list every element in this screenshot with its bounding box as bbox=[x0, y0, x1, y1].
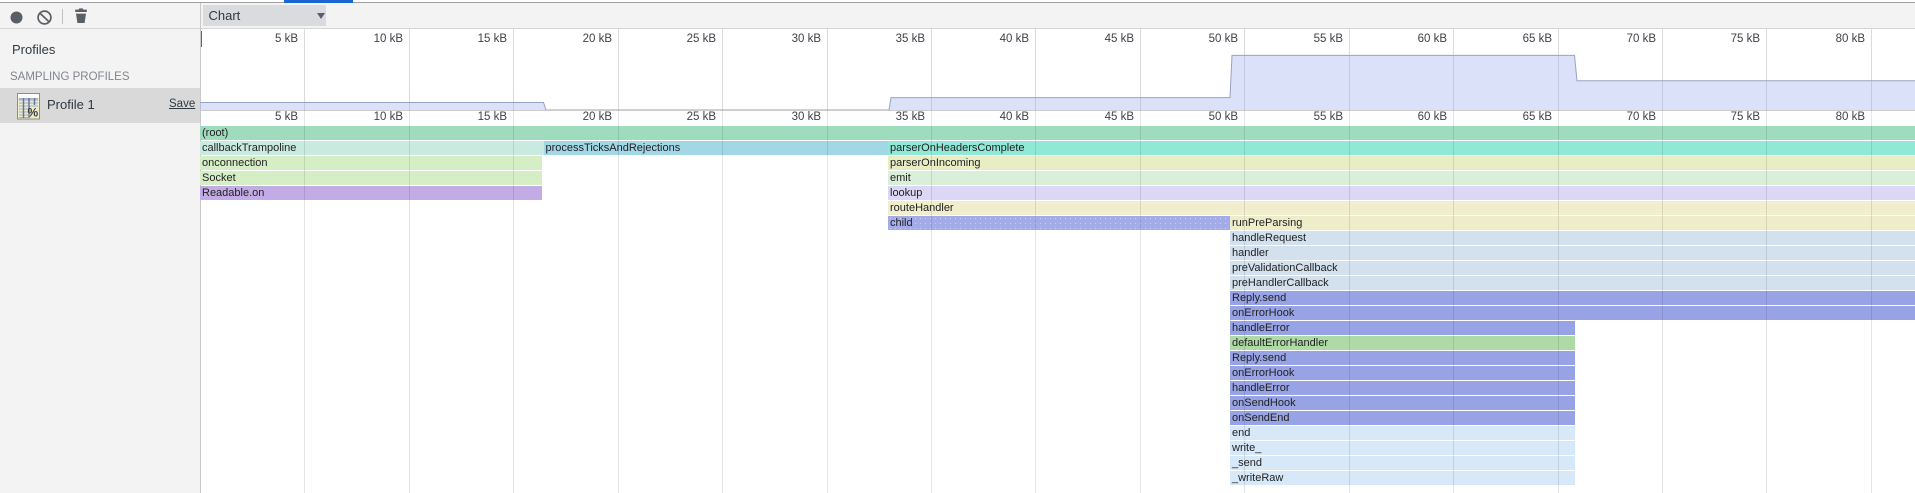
svg-text:%: % bbox=[27, 105, 38, 119]
